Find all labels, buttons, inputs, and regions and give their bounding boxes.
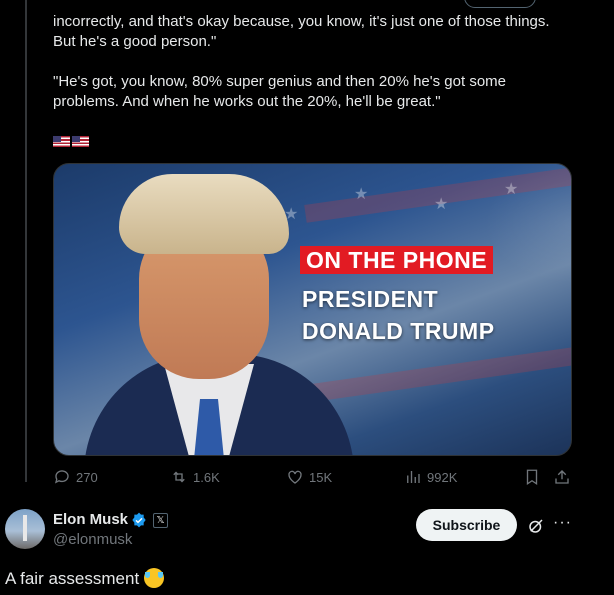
headline-president: PRESIDENT [302, 286, 439, 312]
us-flag-icon [72, 136, 89, 148]
star-icon: ★ [354, 186, 369, 203]
quote-line-2: But he's a good person." [53, 33, 217, 50]
repost-button[interactable]: 1.6K [170, 468, 220, 486]
flag-stripe [304, 343, 571, 403]
repost-icon [173, 471, 185, 483]
headline-donald-trump: DONALD TRUMP [302, 318, 495, 344]
us-flag-icon [53, 136, 70, 148]
avatar[interactable] [5, 509, 45, 549]
reply-button[interactable]: 270 [53, 468, 98, 486]
affiliate-x-badge[interactable]: 𝕏 [153, 513, 168, 528]
subscribe-button[interactable]: Subscribe [416, 509, 517, 541]
quote-line-1: incorrectly, and that's okay because, yo… [53, 13, 550, 30]
more-options-icon[interactable]: ··· [553, 514, 572, 532]
views-button[interactable]: 992K [404, 468, 457, 486]
portrait-hair [119, 174, 289, 254]
scrollbar[interactable] [605, 0, 614, 595]
reply-text: A fair assessment [5, 568, 164, 589]
reply-count: 270 [76, 469, 98, 485]
author-handle[interactable]: @elonmusk [53, 531, 132, 548]
star-icon: ★ [434, 196, 449, 213]
verified-badge-icon[interactable] [131, 512, 147, 528]
view-count: 992K [427, 469, 458, 485]
repost-count: 1.6K [193, 469, 220, 485]
analytics-icon [407, 471, 420, 483]
tears-of-joy-emoji-icon [143, 568, 164, 588]
share-icon [555, 470, 569, 484]
heart-icon [288, 470, 302, 484]
headline-on-the-phone: ON THE PHONE [300, 246, 494, 274]
tweet-media-image[interactable]: ★ ★ ★ ★ ON THE PHONE PRESIDENT DONALD TR… [53, 163, 572, 456]
quote-line-4: problems. And when he works out the 20%,… [53, 93, 441, 110]
share-button[interactable] [553, 468, 576, 486]
like-count: 15K [309, 469, 333, 485]
quote-line-3: "He's got, you know, 80% super genius an… [53, 73, 507, 90]
bookmark-icon [526, 469, 538, 486]
thread-connector-line [25, 0, 27, 482]
reply-icon [54, 470, 69, 484]
like-button[interactable]: 15K [286, 468, 332, 486]
partial-button[interactable] [464, 0, 536, 8]
author-name[interactable]: Elon Musk [53, 511, 128, 528]
star-icon: ★ [504, 181, 519, 198]
tweet-actions: 270 1.6K 15K 992K [53, 468, 573, 488]
flag-emojis [53, 133, 91, 148]
grok-icon[interactable] [527, 517, 545, 535]
bookmark-button[interactable] [523, 468, 546, 486]
rocket-image [23, 515, 27, 541]
reply-text-content: A fair assessment [5, 569, 140, 588]
